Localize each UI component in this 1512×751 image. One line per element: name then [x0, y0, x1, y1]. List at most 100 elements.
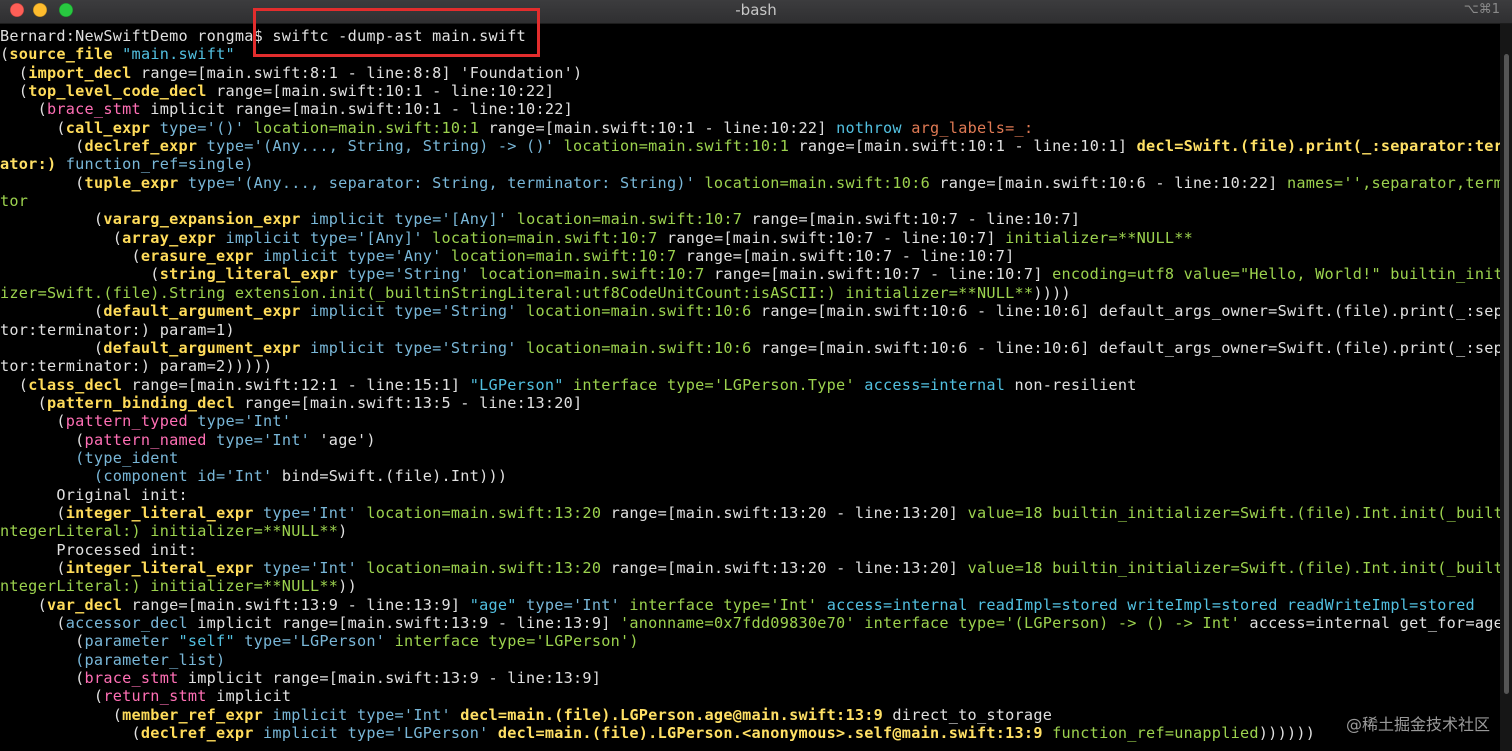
terminal-text: ( — [0, 558, 66, 577]
terminal-text: Processed init: — [0, 540, 198, 559]
terminal-text: erasure_expr — [140, 247, 254, 266]
close-window-button[interactable] — [10, 3, 24, 17]
terminal-text: range=[main.swift:10:7 - line:10:7] — [657, 228, 996, 247]
terminal-text: type='String' — [338, 265, 470, 284]
terminal-line: ntegerLiteral:) initializer=**NULL**) — [0, 522, 1500, 540]
terminal-line: (declref_expr type='(Any..., String, Str… — [0, 137, 1500, 155]
terminal-text: type='(Any..., separator: String, termin… — [178, 173, 696, 192]
terminal-text: decl=main.(file).LGPerson.<anonymous>.se… — [488, 724, 1043, 743]
terminal-line: (parameter "self" type='LGPerson' interf… — [0, 632, 1500, 650]
terminal-text: )) — [338, 577, 357, 596]
terminal-text: value=18 builtin_initializer=Swift.(file… — [958, 503, 1500, 522]
terminal-line: (var_decl range=[main.swift:13:9 - line:… — [0, 596, 1500, 614]
terminal-text: non-resilient — [1005, 375, 1137, 394]
terminal-text: ( — [0, 724, 141, 743]
terminal-line: tor:terminator:) param=1) — [0, 321, 1500, 339]
terminal-line: (member_ref_expr implicit type='Int' dec… — [0, 706, 1500, 724]
terminal-text: location=main.swift:10:1 — [554, 137, 790, 156]
terminal-text: (type_ident — [0, 448, 179, 467]
terminal-text: ntegerLiteral:) initializer=**NULL** — [0, 522, 339, 541]
terminal-text: nothrow — [826, 118, 902, 137]
terminal-text: ( — [0, 595, 47, 614]
terminal-text: function_ref=single) — [56, 155, 254, 174]
scrollbar[interactable] — [1500, 24, 1512, 751]
scrollbar-thumb[interactable] — [1504, 54, 1509, 694]
terminal-text: location=main.swift:13:20 — [356, 503, 602, 522]
terminal-text: ( — [0, 82, 29, 101]
terminal-text: call_expr — [65, 118, 151, 137]
zoom-window-button[interactable] — [59, 3, 73, 17]
terminal-line: (integer_literal_expr type='Int' locatio… — [0, 504, 1500, 522]
terminal-text: location=main.swift:10:7 — [469, 265, 705, 284]
terminal-text: declref_expr — [140, 724, 254, 743]
terminal-line: (brace_stmt implicit range=[main.swift:1… — [0, 100, 1500, 118]
terminal-line: tor:terminator:) param=2))))) — [0, 357, 1500, 375]
terminal-text: default_argument_expr — [103, 302, 301, 321]
terminal-text: range=[main.swift:13:20 - line:13:20] — [601, 503, 959, 522]
terminal-text: location=main.swift:10:6 — [695, 173, 930, 192]
terminal-text: implicit type='[Any]' — [216, 228, 423, 247]
terminal-text: ( — [0, 705, 123, 724]
terminal-text: implicit type='[Any]' — [300, 210, 508, 229]
terminal-line: (array_expr implicit type='[Any]' locati… — [0, 229, 1500, 247]
terminal-line: (parameter_list) — [0, 651, 1500, 669]
terminal-text: ( — [0, 338, 104, 357]
terminal-line: (default_argument_expr implicit type='St… — [0, 302, 1500, 320]
terminal-text: ( — [0, 669, 85, 688]
terminal-text: range=[main.swift:10:6 - line:10:6] defa… — [751, 302, 1500, 321]
terminal-text: 'anonname=0x7fdd09830e70' — [610, 614, 855, 632]
terminal-text: "age" — [460, 595, 517, 614]
terminal-text: range=[main.swift:12:1 - line:15:1] — [122, 375, 461, 394]
terminal-text: Bernard:NewSwiftDemo rongma$ swiftc -dum… — [0, 27, 527, 45]
terminal-text: interface type='LGPerson.Type' — [563, 375, 855, 394]
terminal-text: implicit type='String' — [300, 302, 517, 321]
terminal-text: integer_literal_expr — [65, 558, 254, 577]
terminal-text: direct_to_storage — [883, 705, 1053, 724]
terminal-line: (component id='Int' bind=Swift.(file).In… — [0, 467, 1500, 485]
terminal-line: (brace_stmt implicit range=[main.swift:1… — [0, 669, 1500, 687]
terminal-text: declref_expr — [84, 137, 198, 156]
terminal-text: location=main.swift:10:1 — [244, 118, 480, 137]
terminal-text: member_ref_expr — [122, 705, 264, 724]
terminal-text: access=internal — [817, 595, 968, 614]
minimize-window-button[interactable] — [33, 3, 47, 17]
terminal-text: location=main.swift:13:20 — [356, 558, 602, 577]
terminal-line: Original init: — [0, 486, 1500, 504]
terminal-line: (import_decl range=[main.swift:8:1 - lin… — [0, 64, 1500, 82]
terminal-text: ( — [0, 614, 66, 632]
terminal-text: pattern_typed — [65, 412, 188, 431]
terminal-text: type='Int' — [516, 595, 621, 614]
terminal-text: access=internal get_for=age — [1240, 614, 1500, 632]
terminal-line: Bernard:NewSwiftDemo rongma$ swiftc -dum… — [0, 27, 1500, 45]
window-shortcut-label: ⌥⌘1 — [1463, 2, 1500, 17]
terminal-output[interactable]: Bernard:NewSwiftDemo rongma$ swiftc -dum… — [0, 27, 1500, 751]
terminal-text: default_argument_expr — [103, 338, 301, 357]
terminal-text: string_literal_expr — [159, 265, 339, 284]
terminal-line: (string_literal_expr type='String' locat… — [0, 265, 1500, 283]
terminal-text: implicit range=[main.swift:13:9 - line:1… — [187, 614, 611, 632]
terminal-text: type='Int' — [253, 558, 357, 577]
terminal-text: location=main.swift:10:7 — [507, 210, 743, 229]
terminal-text: interface type='LGPerson') — [385, 632, 639, 651]
terminal-text: arg_labels=_: — [901, 118, 1034, 137]
terminal-line: (integer_literal_expr type='Int' locatio… — [0, 559, 1500, 577]
terminal-text: ( — [0, 118, 66, 137]
terminal-line: ator:) function_ref=single) — [0, 155, 1500, 173]
terminal-line: (type_ident — [0, 449, 1500, 467]
terminal-text: var_decl — [46, 595, 123, 614]
terminal-line: (pattern_typed type='Int' — [0, 412, 1500, 430]
terminal-text: tor:terminator:) param=2))))) — [0, 357, 273, 376]
terminal-text: tor:terminator:) param=1) — [0, 320, 235, 339]
terminal-text: range=[main.swift:10:7 - line:10:7] — [742, 210, 1081, 229]
terminal-text: brace_stmt — [84, 669, 179, 688]
terminal-text: implicit type='LGPerson' — [253, 724, 489, 743]
terminal-text: tor — [0, 192, 29, 211]
terminal-line: (call_expr type='()' location=main.swift… — [0, 119, 1500, 137]
terminal-text: access=internal — [854, 375, 1006, 394]
terminal-text: ( — [0, 228, 123, 247]
terminal-text: integer_literal_expr — [65, 503, 254, 522]
terminal-line: (default_argument_expr implicit type='St… — [0, 339, 1500, 357]
terminal-line: (return_stmt implicit — [0, 687, 1500, 705]
terminal-text: type='Int' — [187, 412, 292, 431]
terminal-text: return_stmt — [103, 687, 207, 706]
